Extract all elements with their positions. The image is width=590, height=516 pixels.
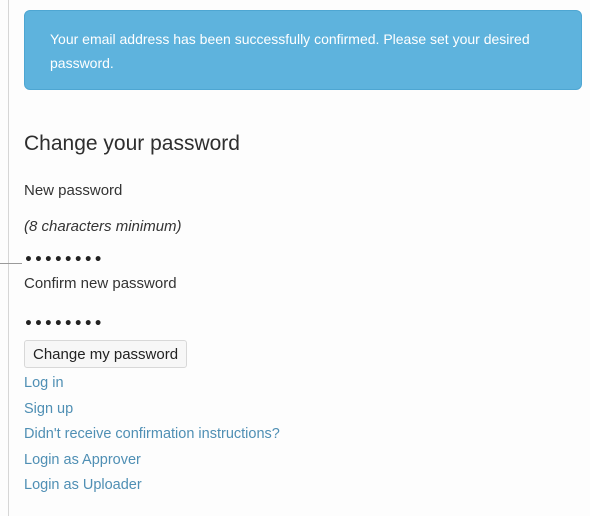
login-uploader-link[interactable]: Login as Uploader	[24, 477, 142, 493]
list-item: Didn't receive confirmation instructions…	[24, 424, 280, 450]
confirm-password-label: Confirm new password	[24, 275, 177, 292]
page: Your email address has been successfully…	[0, 0, 590, 516]
left-border	[8, 0, 9, 516]
success-alert: Your email address has been successfully…	[24, 10, 582, 90]
list-item: Login as Approver	[24, 450, 280, 476]
resend-confirmation-link[interactable]: Didn't receive confirmation instructions…	[24, 426, 280, 442]
login-approver-link[interactable]: Login as Approver	[24, 452, 141, 468]
log-in-link[interactable]: Log in	[24, 375, 64, 391]
list-item: Log in	[24, 373, 280, 399]
change-password-button[interactable]: Change my password	[24, 340, 188, 368]
margin-mark	[0, 263, 22, 264]
list-item: Sign up	[24, 399, 280, 425]
alert-message: Your email address has been successfully…	[50, 31, 530, 71]
new-password-input[interactable]	[20, 248, 350, 272]
sign-up-link[interactable]: Sign up	[24, 401, 73, 417]
new-password-label: New password	[24, 182, 123, 199]
password-length-hint: (8 characters minimum)	[24, 218, 182, 235]
page-title: Change your password	[24, 132, 240, 155]
list-item: Login as Uploader	[24, 475, 280, 501]
confirm-password-input[interactable]	[20, 312, 350, 336]
auth-links: Log in Sign up Didn't receive confirmati…	[24, 373, 280, 501]
